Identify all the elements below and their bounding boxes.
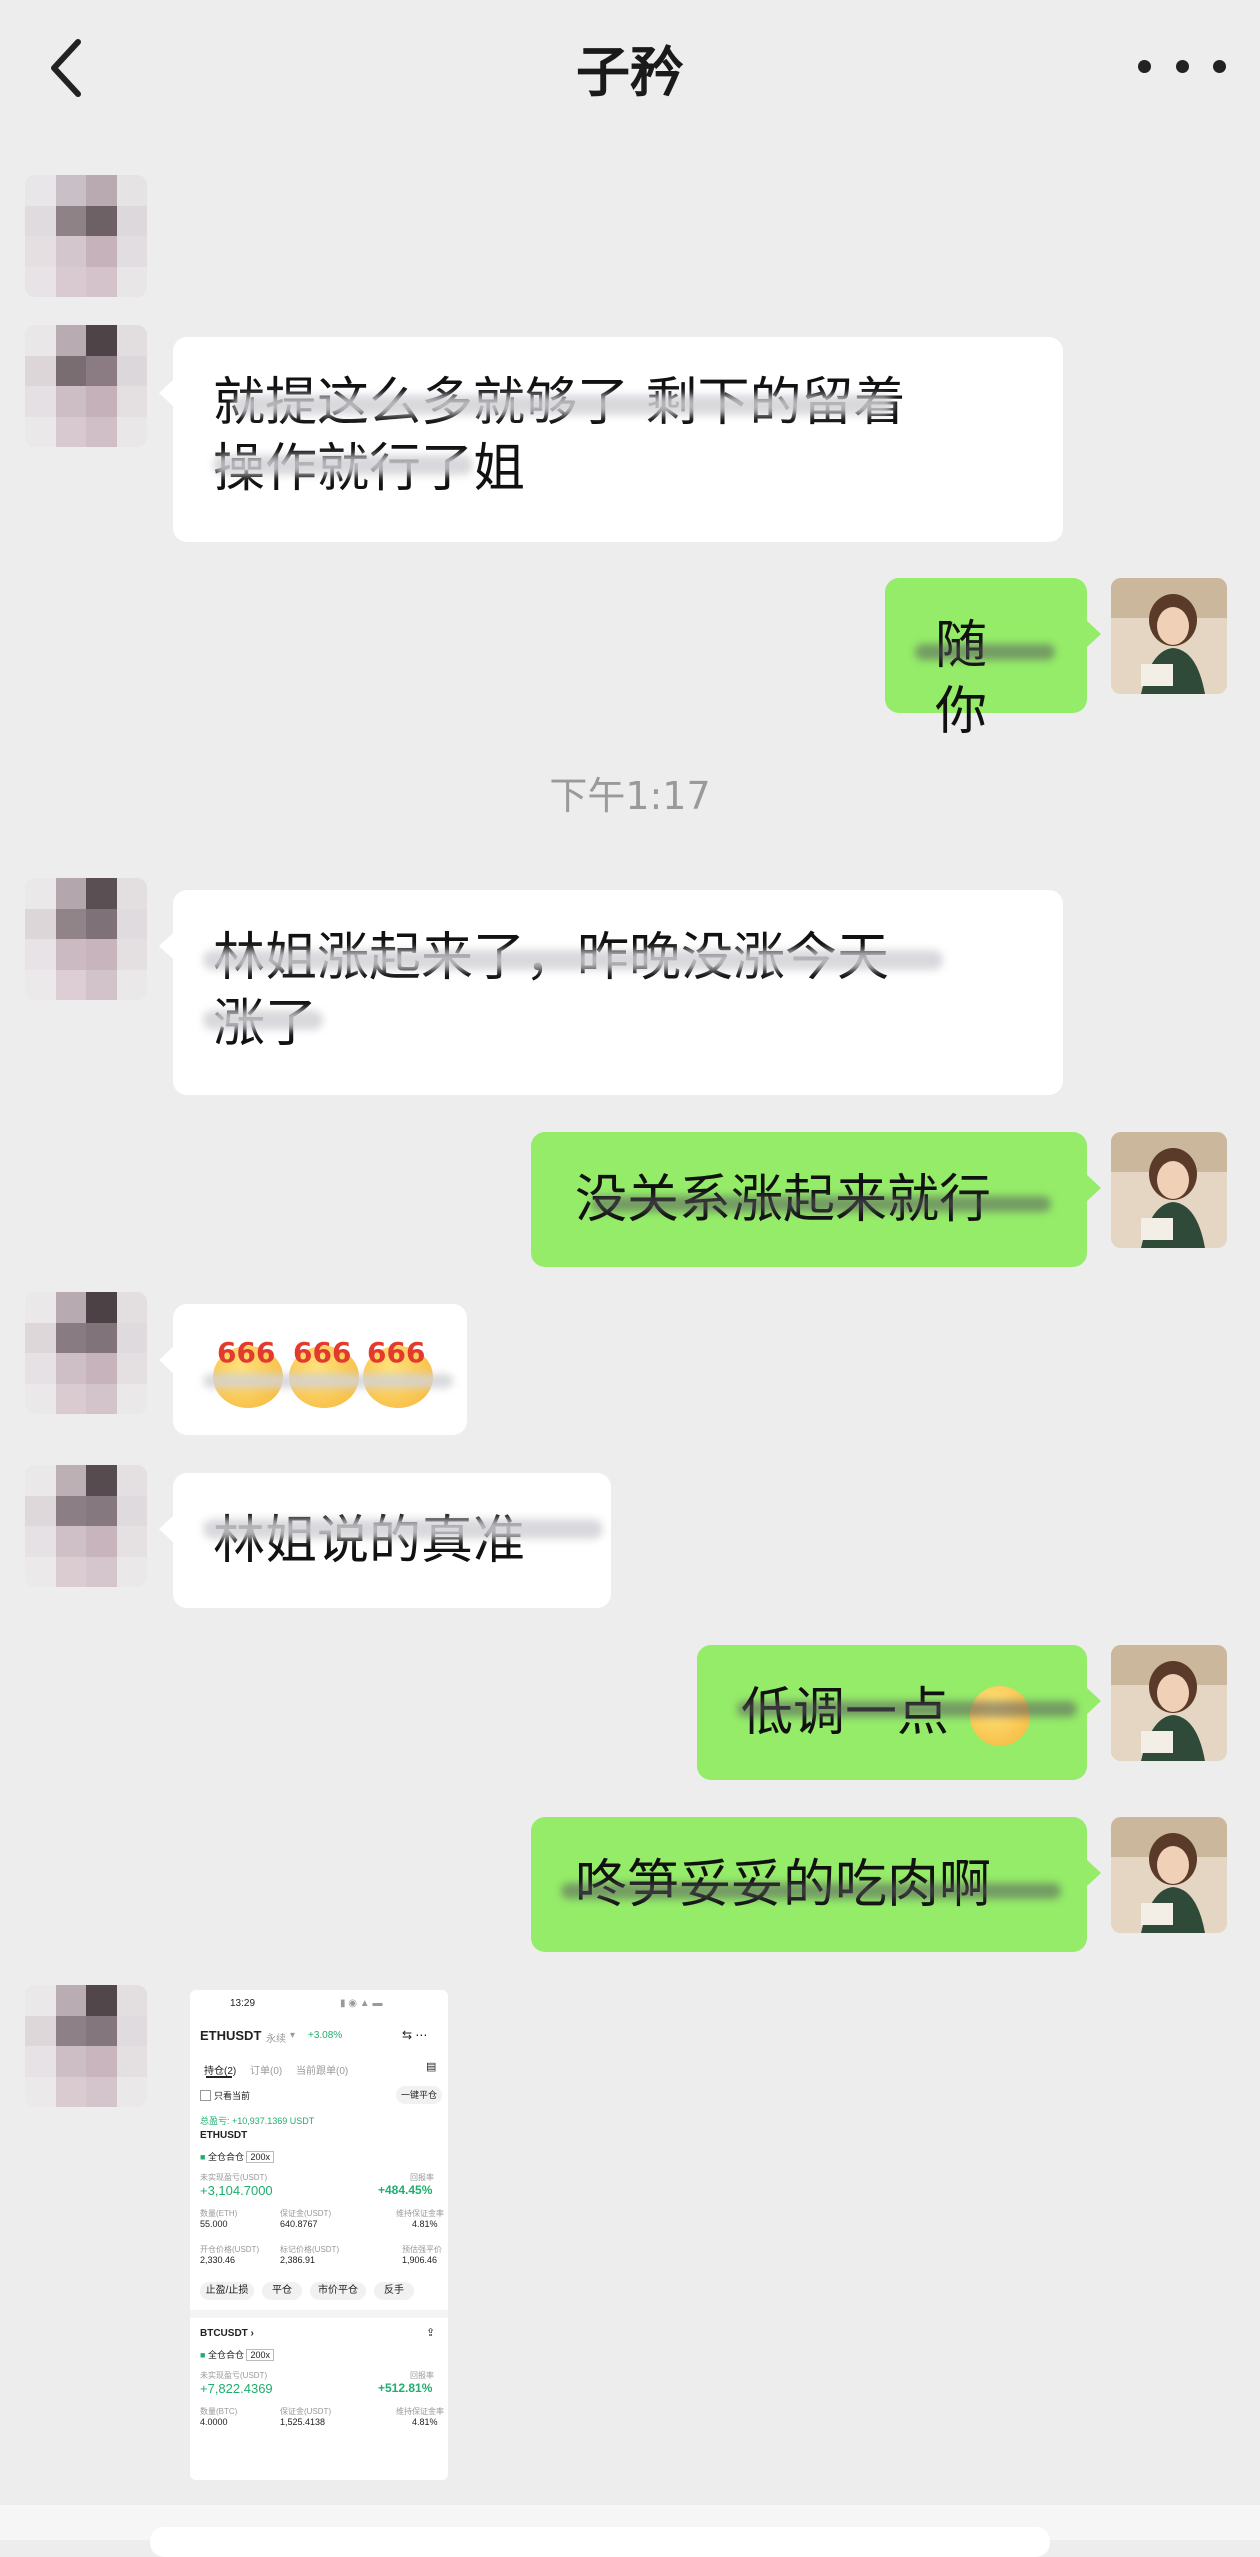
message-bubble-sent[interactable]: 咚笋妥妥的吃肉啊: [531, 1817, 1101, 1952]
thumb-pos1-mode: ■ 全仓合仓 200x: [200, 2150, 275, 2163]
message-bubble-received[interactable]: 林姐涨起来了，昨晚没涨今天 涨了: [159, 890, 1063, 1095]
thumb-pos2-mmr: 4.81%: [412, 2417, 438, 2427]
thumb-total-pnl: 总盈亏: +10,937.1369 USDT: [200, 2116, 315, 2126]
message-input[interactable]: [150, 2527, 1050, 2557]
thumb-pos2-qty: 4.0000: [200, 2417, 228, 2427]
more-options-icon[interactable]: [1138, 36, 1226, 96]
contact-avatar[interactable]: [25, 878, 147, 1000]
contact-avatar[interactable]: [25, 325, 147, 447]
contact-avatar[interactable]: [25, 1985, 147, 2107]
thumb-pos1-margin: 640.8767: [280, 2219, 318, 2229]
emoji-666-icon: 666: [213, 1328, 297, 1412]
my-avatar[interactable]: [1111, 1817, 1227, 1933]
thumb-entry-label: 开仓价格(USDT): [200, 2245, 260, 2254]
my-avatar[interactable]: [1111, 1645, 1227, 1761]
message-text: 涨了: [213, 991, 1023, 1057]
thumb-tab-copy[interactable]: 当前跟单(0): [296, 2062, 348, 2077]
contact-avatar[interactable]: [25, 1465, 147, 1587]
thumb-pos2-roi: +512.81%: [378, 2381, 433, 2395]
message-bubble-received[interactable]: 林姐说的真准: [159, 1473, 611, 1608]
thumb-status-icons: ▮ ◉ ▲ ▬: [340, 1998, 383, 2009]
thumb-pos1-mark: 2,386.91: [280, 2255, 316, 2265]
thumb-pos1-roi: +484.45%: [378, 2183, 433, 2197]
thumb-roi-label: 回报率: [410, 2173, 434, 2182]
thumb-pos2-margin: 1,525.4138: [280, 2417, 326, 2427]
contact-avatar[interactable]: [25, 175, 147, 297]
message-bubble-received[interactable]: 就提这么多就够了 剩下的留着 操作就行了姐: [159, 337, 1063, 542]
thumb-share-icon[interactable]: ⇪: [426, 2326, 435, 2339]
thumb-doc-icon[interactable]: ▤: [426, 2060, 436, 2073]
thumb-pos1-entry: 2,330.46: [200, 2255, 236, 2265]
thumb-mark-label: 标记价格(USDT): [280, 2245, 340, 2254]
thumb-pos2-name: BTCUSDT ›: [200, 2328, 254, 2339]
thumb-margin-label: 保证金(USDT): [280, 2407, 332, 2416]
thumb-menu-icon[interactable]: ⇆ ⋯: [402, 2028, 427, 2042]
thumb-market-close-button[interactable]: 市价平仓: [310, 2282, 366, 2300]
contact-avatar[interactable]: [25, 1292, 147, 1414]
chat-title: 子矜: [576, 41, 684, 104]
thumb-close-all-button[interactable]: 一键平仓: [396, 2086, 442, 2104]
thumb-pos1-qty: 55.000: [200, 2219, 228, 2229]
thumb-checkbox[interactable]: [200, 2090, 211, 2101]
thumb-margin-label: 保证金(USDT): [280, 2209, 332, 2218]
chat-header: 子矜: [0, 0, 1260, 135]
thumb-pos2-pnl: +7,822.4369: [200, 2381, 273, 2396]
message-bubble-sent[interactable]: 没关系涨起来就行: [531, 1132, 1101, 1267]
thumb-close-button[interactable]: 平仓: [262, 2282, 302, 2300]
thumb-only-current: 只看当前: [214, 2091, 251, 2101]
thumb-qty-label: 数量(ETH): [200, 2209, 238, 2218]
thumb-mmr-label: 维持保证金率: [396, 2209, 444, 2218]
my-avatar[interactable]: [1111, 1132, 1227, 1248]
thumb-liq-label: 预估强平价: [402, 2245, 442, 2254]
thumb-change: +3.08%: [308, 2030, 343, 2041]
emoji-666-icon: 666: [289, 1328, 373, 1412]
message-text: 随你: [935, 616, 988, 742]
message-text: 林姐说的真准: [213, 1511, 526, 1571]
thumb-contract-type: 永续: [266, 2034, 286, 2045]
message-bubble-sent[interactable]: 随你: [885, 578, 1101, 742]
thumb-tpsl-button[interactable]: 止盈/止损: [200, 2282, 254, 2300]
thumb-tab-orders[interactable]: 订单(0): [250, 2062, 282, 2077]
thumb-roi-label: 回报率: [410, 2371, 434, 2380]
thumb-pos1-pnl: +3,104.7000: [200, 2183, 273, 2198]
message-timestamp: 下午1:17: [549, 774, 711, 818]
thumb-pos1-mmr: 4.81%: [412, 2219, 438, 2229]
thumb-pos1-name: ETHUSDT: [200, 2130, 248, 2141]
image-message-trading-screenshot[interactable]: 13:29 ▮ ◉ ▲ ▬ ETHUSDT 永续 ▾ +3.08% ⇆ ⋯ 持仓…: [190, 1990, 448, 2480]
emoji-666-icon: 666: [363, 1328, 447, 1412]
thumb-pos1-liq: 1,906.46: [402, 2255, 438, 2265]
message-bubble-sent[interactable]: 低调一点: [697, 1645, 1101, 1780]
thumb-mmr-label: 维持保证金率: [396, 2407, 444, 2416]
thumb-tab-positions[interactable]: 持仓(2): [204, 2062, 236, 2077]
thumb-time: 13:29: [230, 1998, 256, 2009]
input-bar: [0, 2505, 1260, 2557]
thumb-pnl-label: 未实现盈亏(USDT): [200, 2173, 268, 2182]
my-avatar[interactable]: [1111, 578, 1227, 694]
message-bubble-received[interactable]: 666 666 666: [159, 1304, 467, 1435]
thumb-pnl-label: 未实现盈亏(USDT): [200, 2371, 268, 2380]
thumb-qty-label: 数量(BTC): [200, 2407, 238, 2416]
thumb-symbol: ETHUSDT: [200, 2028, 262, 2043]
thumb-pos2-mode: ■ 全仓合仓 200x: [200, 2348, 275, 2361]
thumb-reverse-button[interactable]: 反手: [374, 2282, 414, 2300]
